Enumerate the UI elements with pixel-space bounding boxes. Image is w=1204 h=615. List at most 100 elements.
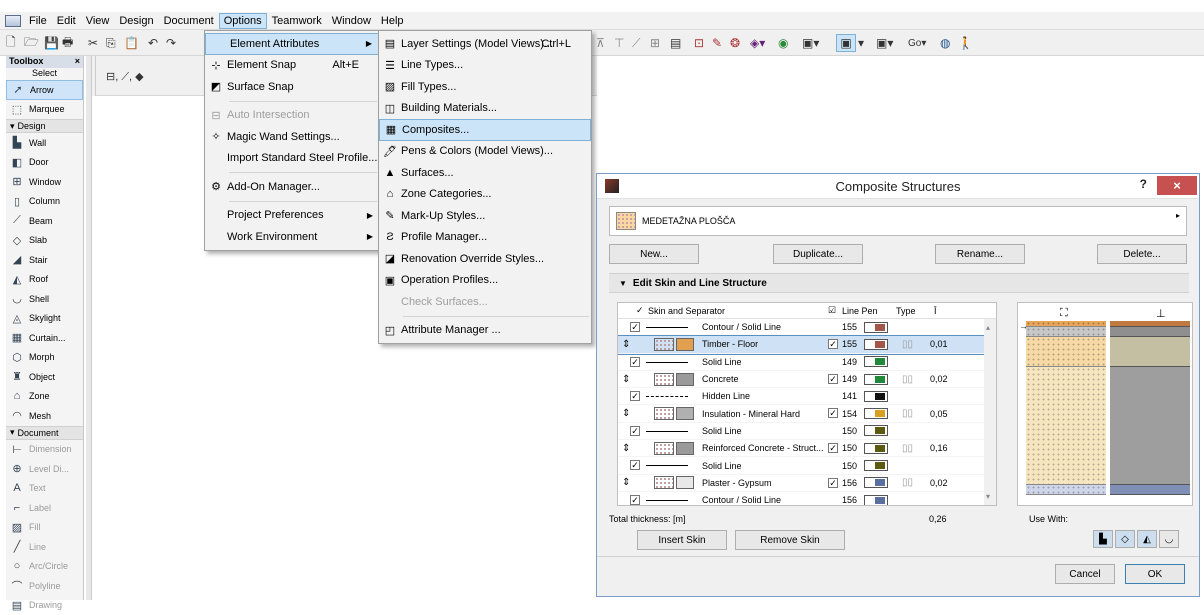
duplicate-button[interactable]: Duplicate... — [773, 244, 863, 264]
tool-slab[interactable]: ◇Slab — [6, 231, 83, 251]
print-icon[interactable]: 🖶 — [62, 34, 73, 52]
skin-name[interactable]: Insulation - Mineral Hard — [702, 409, 800, 419]
dropdown-icon[interactable]: ▾ — [858, 34, 864, 52]
skin-row[interactable]: ⇕Concrete✓0,02▯▯149 — [618, 371, 996, 388]
menu-item-composites[interactable]: ▦Composites... — [379, 119, 591, 141]
redo-icon[interactable]: ↷ — [166, 34, 176, 52]
fill-pattern-swatch[interactable] — [654, 407, 674, 420]
separator-row[interactable]: ✓ Solid Line 150 — [618, 457, 996, 474]
tool-arc-circle[interactable]: ○Arc/Circle — [6, 557, 83, 577]
pen-icon[interactable]: ✎ — [712, 34, 722, 52]
menu-item-layer-settings-model-views[interactable]: ▤Layer Settings (Model Views)...Ctrl+L — [379, 33, 591, 55]
pen-number[interactable]: 155 — [842, 339, 857, 349]
material-color-swatch[interactable] — [676, 442, 694, 455]
open-file-icon[interactable]: 🗁 — [24, 34, 39, 52]
tool-dimension[interactable]: ⊢Dimension — [6, 440, 83, 460]
go-button[interactable]: Go▾ — [908, 34, 926, 52]
geometry-method-icon[interactable]: ⊟, ⟋, ◆ — [106, 70, 144, 84]
menu-item-surfaces[interactable]: ▲Surfaces... — [379, 162, 591, 184]
pen-number[interactable]: 150 — [842, 461, 857, 471]
tool-text[interactable]: AText — [6, 479, 83, 499]
pen-color-swatch[interactable] — [864, 495, 888, 506]
pen-number[interactable]: 141 — [842, 391, 857, 401]
skin-thickness[interactable]: 0,02 — [930, 478, 948, 488]
tool-window[interactable]: ⊞Window — [6, 172, 83, 192]
angle-icon[interactable]: ⟋ — [632, 34, 640, 52]
menu-edit[interactable]: Edit — [52, 13, 81, 29]
menu-item-profile-manager[interactable]: ƧProfile Manager... — [379, 227, 591, 249]
skin-checkbox[interactable]: ✓ — [828, 443, 838, 453]
slab-toggle-icon[interactable]: ◇ — [1115, 530, 1135, 548]
skin-row[interactable]: ⇕Timber - Floor✓0,01▯▯155 — [618, 336, 996, 353]
edit-skin-section-header[interactable]: ▼ Edit Skin and Line Structure — [609, 273, 1189, 293]
window-icon[interactable]: ▣▾ — [802, 34, 819, 52]
pen-color-swatch[interactable] — [864, 339, 888, 350]
pen-number[interactable]: 149 — [842, 357, 857, 367]
view-map-icon[interactable]: ⊡ — [694, 34, 704, 52]
menu-item-element-snap[interactable]: ⊹Element SnapAlt+E — [205, 55, 379, 77]
tool-line[interactable]: ╱Line — [6, 537, 83, 557]
skin-type-icon[interactable]: ▯▯ — [902, 339, 913, 350]
separator-row[interactable]: ✓Hidden Line141 — [618, 388, 996, 405]
tool-fill[interactable]: ▨Fill — [6, 518, 83, 538]
tool-door[interactable]: ◧Door — [6, 153, 83, 173]
pen-number[interactable]: 156 — [842, 478, 857, 488]
scroll-down-icon[interactable]: ▾ — [986, 492, 990, 501]
new-button[interactable]: New... — [609, 244, 699, 264]
layers-icon[interactable]: ▤ — [670, 34, 681, 52]
grid-icon[interactable]: ⊞ — [650, 34, 660, 52]
material-color-swatch[interactable] — [676, 476, 694, 489]
separator-row[interactable]: ✓Contour / Solid Line156 — [618, 492, 996, 506]
tool-label[interactable]: ⌐Label — [6, 498, 83, 518]
menu-item-mark-up-styles[interactable]: ✎Mark-Up Styles... — [379, 205, 591, 227]
pen-color-swatch[interactable] — [864, 425, 888, 436]
menu-window[interactable]: Window — [327, 13, 376, 29]
tool-marquee[interactable]: ⬚Marquee — [6, 100, 83, 120]
guide-icon[interactable]: ⊤ — [614, 34, 624, 52]
tool-skylight[interactable]: ◬Skylight — [6, 309, 83, 329]
menu-item-surface-snap[interactable]: ◩Surface Snap — [205, 76, 379, 98]
line-checkbox[interactable]: ✓ — [630, 460, 640, 470]
line-type-name[interactable]: Hidden Line — [702, 391, 750, 401]
roof-toggle-icon[interactable]: ◭ — [1137, 530, 1157, 548]
menu-item-operation-profiles[interactable]: ▣Operation Profiles... — [379, 270, 591, 292]
pen-number[interactable]: 155 — [842, 322, 857, 332]
skin-name[interactable]: Reinforced Concrete - Struct... — [702, 443, 824, 453]
remove-skin-button[interactable]: Remove Skin — [735, 530, 845, 550]
pen-color-swatch[interactable] — [864, 322, 888, 333]
skin-thickness[interactable]: 0,02 — [930, 374, 948, 384]
cancel-button[interactable]: Cancel — [1055, 564, 1115, 584]
line-type-name[interactable]: Solid Line — [702, 461, 742, 471]
menu-item-building-materials[interactable]: ◫Building Materials... — [379, 98, 591, 120]
drag-handle-icon[interactable]: ⇕ — [622, 477, 630, 488]
skin-row[interactable]: ⇕Reinforced Concrete - Struct...✓0,16▯▯1… — [618, 440, 996, 457]
tool-shell[interactable]: ◡Shell — [6, 289, 83, 309]
pen-number[interactable]: 154 — [842, 409, 857, 419]
scroll-up-icon[interactable]: ▴ — [986, 323, 990, 332]
fill-pattern-swatch[interactable] — [654, 338, 674, 351]
material-color-swatch[interactable] — [676, 338, 694, 351]
skin-name[interactable]: Timber - Floor — [702, 339, 758, 349]
line-type-name[interactable]: Solid Line — [702, 426, 742, 436]
drag-handle-icon[interactable]: ⇕ — [622, 339, 630, 350]
menu-teamwork[interactable]: Teamwork — [267, 13, 327, 29]
rename-button[interactable]: Rename... — [935, 244, 1025, 264]
close-icon[interactable]: × — [75, 56, 80, 68]
selection-window-icon[interactable]: ▣ — [836, 34, 856, 52]
menu-item-add-on-manager[interactable]: ⚙Add-On Manager... — [205, 176, 379, 198]
skin-row[interactable]: ⇕Plaster - Gypsum✓0,02▯▯156 — [618, 475, 996, 492]
pen-number[interactable]: 149 — [842, 374, 857, 384]
line-type-name[interactable]: Contour / Solid Line — [702, 495, 781, 505]
delete-button[interactable]: Delete... — [1097, 244, 1187, 264]
undo-icon[interactable]: ↶ — [148, 34, 158, 52]
menu-item-zone-categories[interactable]: ⌂Zone Categories... — [379, 184, 591, 206]
menu-item-check-surfaces[interactable]: Check Surfaces... — [379, 291, 591, 313]
tool-stair[interactable]: ◢Stair — [6, 250, 83, 270]
skin-thickness[interactable]: 0,05 — [930, 409, 948, 419]
tool-drawing[interactable]: ▤Drawing — [6, 596, 83, 615]
skin-name[interactable]: Plaster - Gypsum — [702, 478, 772, 488]
menu-file[interactable]: File — [24, 13, 52, 29]
line-checkbox[interactable]: ✓ — [630, 357, 640, 367]
skin-row[interactable]: ⇕Insulation - Mineral Hard✓0,05▯▯154 — [618, 405, 996, 422]
skin-type-icon[interactable]: ▯▯ — [902, 477, 913, 488]
